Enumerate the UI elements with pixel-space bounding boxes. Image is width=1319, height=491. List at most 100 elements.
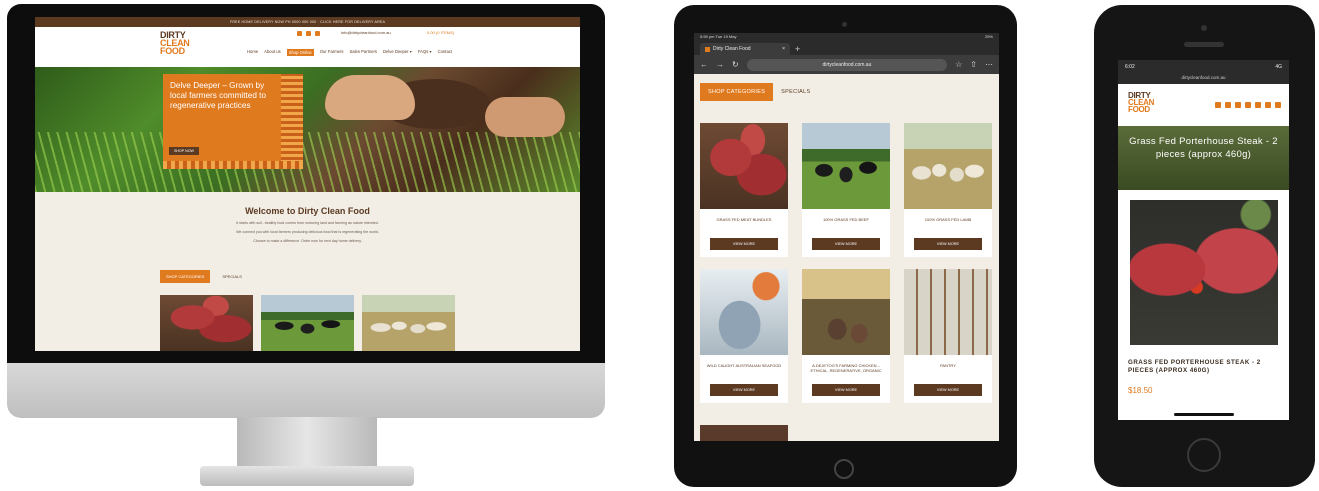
- category-card: PANTRY VIEW MORE: [904, 269, 992, 403]
- cart-summary[interactable]: 0.00 (0 ITEMS): [427, 30, 454, 35]
- category-image-meat-bundles[interactable]: [700, 123, 788, 209]
- category-grid: GRASS FED MEAT BUNDLES VIEW MORE 100% GR…: [700, 123, 992, 403]
- category-card: GRASS FED MEAT BUNDLES VIEW MORE: [700, 123, 788, 257]
- back-icon[interactable]: ←: [700, 60, 708, 69]
- desktop-category-thumbnails: [160, 295, 455, 351]
- phone-screen: 6:02 4G dirtycleanfood.com.au DIRTY CLEA…: [1118, 60, 1289, 420]
- welcome-line-2: We connect you with local farmers produc…: [236, 230, 379, 234]
- hero-card-pattern: [281, 74, 303, 169]
- category-image-lamb[interactable]: [904, 123, 992, 209]
- category-image-pantry[interactable]: [904, 269, 992, 355]
- product-price: $18.50: [1128, 385, 1153, 395]
- phone-home-indicator: [1174, 413, 1234, 416]
- tablet-time: 5:59 pm Tue 19 May: [700, 34, 737, 39]
- more-icon[interactable]: ⋯: [985, 60, 993, 69]
- category-image-beef[interactable]: [802, 123, 890, 209]
- category-card: A.DEJETOG'S FARMING CHICKEN – ETHICAL, R…: [802, 269, 890, 403]
- desktop-monitor-foot: [200, 466, 414, 486]
- category-thumb-meat[interactable]: [160, 295, 253, 351]
- address-bar[interactable]: dirtycleanfood.com.au: [746, 58, 948, 71]
- hero-hand-image: [325, 75, 415, 120]
- phone-home-button[interactable]: [1187, 438, 1221, 472]
- browser-tab[interactable]: Dirty Clean Food ×: [700, 43, 790, 55]
- new-tab-icon[interactable]: +: [795, 43, 800, 55]
- view-more-button[interactable]: VIEW MORE: [914, 384, 982, 396]
- phone-signal: 4G: [1275, 64, 1282, 70]
- category-name: GRASS FED MEAT BUNDLES: [716, 217, 772, 222]
- category-card: 100% GRASS FED LAMB VIEW MORE: [904, 123, 992, 257]
- category-name: 100% GRASS FED BEEF: [822, 217, 869, 222]
- product-name: GRASS FED PORTERHOUSE STEAK - 2 PIECES (…: [1128, 359, 1261, 375]
- tab-specials[interactable]: SPECIALS: [773, 83, 818, 101]
- view-more-button[interactable]: VIEW MORE: [914, 238, 982, 250]
- product-image-steak[interactable]: [1130, 200, 1278, 345]
- search-icon[interactable]: [1255, 102, 1261, 108]
- phone-camera: [1201, 25, 1207, 31]
- desktop-monitor-stand: [237, 417, 377, 469]
- desktop-category-tabs: SHOP CATEGORIES SPECIALS: [160, 270, 248, 283]
- category-image-chicken[interactable]: [802, 269, 890, 355]
- hero-card: Delve Deeper – Grown by local farmers co…: [163, 74, 303, 169]
- phone-speaker: [1184, 42, 1224, 47]
- welcome-line-3: Choose to make a difference. Order now f…: [253, 239, 362, 243]
- nav-delve-deeper[interactable]: Delve Deeper ▾: [383, 49, 412, 56]
- nav-about[interactable]: About us: [264, 49, 281, 56]
- phone-site-header: DIRTY CLEAN FOOD: [1118, 84, 1289, 126]
- site-logo[interactable]: DIRTY CLEAN FOOD: [160, 30, 190, 55]
- reload-icon[interactable]: ↻: [732, 60, 739, 69]
- youtube-icon[interactable]: [297, 31, 302, 36]
- view-more-button[interactable]: VIEW MORE: [710, 384, 778, 396]
- account-icon[interactable]: [1265, 102, 1271, 108]
- close-tab-icon[interactable]: ×: [782, 46, 785, 52]
- facebook-icon[interactable]: [306, 31, 311, 36]
- category-name: 100% GRASS FED LAMB: [924, 217, 972, 222]
- hero-grass-image: [35, 132, 580, 192]
- view-more-button[interactable]: VIEW MORE: [710, 238, 778, 250]
- tab-shop-categories[interactable]: SHOP CATEGORIES: [700, 83, 774, 101]
- nav-faqs[interactable]: FAQs ▾: [418, 49, 432, 56]
- shop-now-button[interactable]: SHOP NOW: [169, 147, 199, 155]
- instagram-icon[interactable]: [1235, 102, 1241, 108]
- hero-hand-image-right: [485, 97, 565, 137]
- nav-contact[interactable]: Contact: [438, 49, 452, 56]
- desktop-screen: FREE HOME DELIVERY NOW PH 0000 000 000 ·…: [35, 17, 580, 351]
- category-thumb-lamb[interactable]: [362, 295, 455, 351]
- product-body: GRASS FED PORTERHOUSE STEAK - 2 PIECES (…: [1118, 190, 1289, 405]
- tab-specials[interactable]: SPECIALS: [216, 270, 248, 283]
- tablet-category-tabs: SHOP CATEGORIES SPECIALS: [700, 83, 818, 101]
- instagram-icon[interactable]: [315, 31, 320, 36]
- delivery-announcement-bar[interactable]: FREE HOME DELIVERY NOW PH 0000 000 000 ·…: [35, 17, 580, 27]
- category-card: 100% GRASS FED BEEF VIEW MORE: [802, 123, 890, 257]
- youtube-icon[interactable]: [1215, 102, 1221, 108]
- bookmark-star-icon[interactable]: ☆: [955, 60, 962, 69]
- browser-tab-title: Dirty Clean Food: [713, 46, 751, 52]
- desktop-monitor-chin: [7, 363, 605, 418]
- tablet-camera: [842, 22, 847, 27]
- tablet-battery: 25%: [984, 34, 993, 39]
- phone-time: 6:02: [1125, 64, 1135, 70]
- email-icon[interactable]: [1245, 102, 1251, 108]
- welcome-section: Welcome to Dirty Clean Food It starts wi…: [35, 192, 580, 243]
- nav-home[interactable]: Home: [247, 49, 258, 56]
- nav-shop-online[interactable]: Shop Online: [286, 49, 314, 56]
- site-logo[interactable]: DIRTY CLEAN FOOD: [1128, 91, 1154, 114]
- view-more-button[interactable]: VIEW MORE: [812, 384, 880, 396]
- phone-address-bar[interactable]: dirtycleanfood.com.au: [1118, 74, 1289, 84]
- category-thumb-beef[interactable]: [261, 295, 354, 351]
- tablet-home-button[interactable]: [834, 459, 854, 479]
- main-nav: Home About us Shop Online Our Farmers Sa…: [247, 49, 452, 56]
- category-card-peek: [700, 425, 788, 441]
- tab-shop-categories[interactable]: SHOP CATEGORIES: [160, 270, 211, 283]
- nav-sales-partners[interactable]: Sales Partners: [350, 49, 377, 56]
- view-more-button[interactable]: VIEW MORE: [812, 238, 880, 250]
- contact-email[interactable]: info@dirtycleanfood.com.au: [341, 30, 391, 35]
- menu-icon[interactable]: [1275, 102, 1281, 108]
- phone-status-bar: 6:02 4G: [1118, 60, 1289, 74]
- share-icon[interactable]: ⇧: [970, 60, 977, 69]
- forward-icon[interactable]: →: [716, 60, 724, 69]
- nav-our-farmers[interactable]: Our Farmers: [320, 49, 344, 56]
- category-card: WILD CAUGHT AUSTRALIAN SEAFOOD VIEW MORE: [700, 269, 788, 403]
- facebook-icon[interactable]: [1225, 102, 1231, 108]
- hero-title: Delve Deeper – Grown by local farmers co…: [170, 81, 267, 110]
- category-image-seafood[interactable]: [700, 269, 788, 355]
